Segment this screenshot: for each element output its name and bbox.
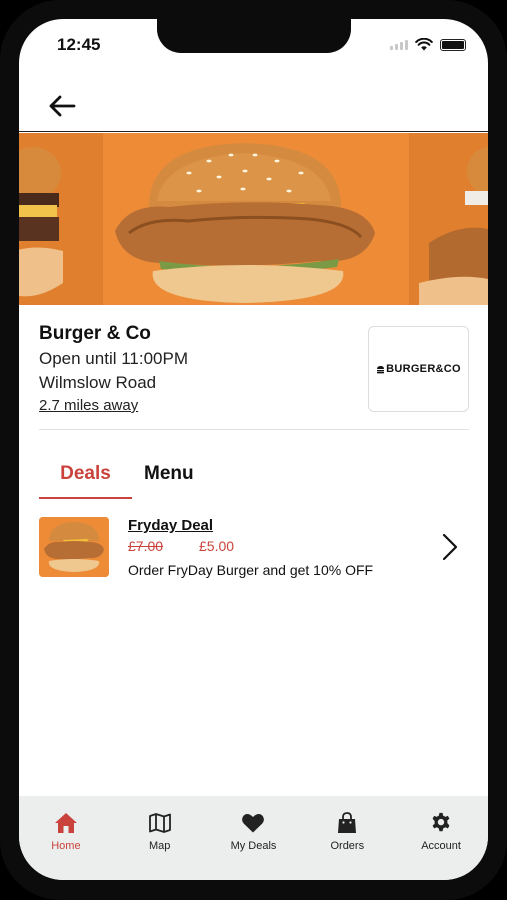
cellular-signal-icon <box>390 39 408 50</box>
gear-icon <box>432 812 450 832</box>
restaurant-address: Wilmslow Road <box>39 373 157 392</box>
tab-bar-label: My Deals <box>230 840 277 852</box>
deal-title: Fryday Deal <box>128 517 214 534</box>
deal-new-price: £5.00 <box>199 538 235 554</box>
chevron-right-icon <box>442 533 458 561</box>
content-tabs: Deals Menu <box>39 463 194 499</box>
burger-photo <box>19 133 488 305</box>
deal-old-price: £7.00 <box>128 538 164 554</box>
app-screen: 12:45 Burger & Co Open until 11:00PM Wil… <box>19 19 488 880</box>
nav-header <box>19 79 488 132</box>
status-time: 12:45 <box>57 35 101 54</box>
tab-bar-label: Orders <box>330 840 365 852</box>
restaurant-name: Burger & Co <box>39 323 151 344</box>
tab-bar-my-deals[interactable]: My Deals <box>207 796 301 880</box>
restaurant-hero-image <box>19 133 488 305</box>
deal-list-item[interactable]: Fryday Deal £7.00 £5.00 Order FryDay Bur… <box>39 517 469 579</box>
map-icon <box>148 813 171 833</box>
status-icons <box>390 38 466 51</box>
heart-icon <box>242 814 265 833</box>
burger-logo-icon <box>377 365 385 373</box>
battery-icon <box>440 38 466 51</box>
device-notch <box>157 19 351 53</box>
opening-hours: Open until 11:00PM <box>39 349 188 368</box>
phone-frame: 12:45 Burger & Co Open until 11:00PM Wil… <box>0 0 507 900</box>
deal-thumbnail <box>39 517 109 577</box>
restaurant-info: Burger & Co Open until 11:00PM Wilmslow … <box>39 322 339 415</box>
info-divider <box>39 429 469 430</box>
logo-text: BURGER&CO <box>386 363 461 375</box>
tab-bar-label: Home <box>51 840 81 852</box>
deal-description: Order FryDay Burger and get 10% OFF <box>128 562 374 578</box>
tab-bar-map[interactable]: Map <box>113 796 207 880</box>
tab-bar-label: Map <box>148 840 171 852</box>
wifi-icon <box>415 38 433 51</box>
back-button[interactable] <box>45 89 79 123</box>
tab-menu[interactable]: Menu <box>144 463 194 499</box>
restaurant-logo: BURGER&CO <box>368 326 469 412</box>
tab-bar-orders[interactable]: Orders <box>300 796 394 880</box>
tab-deals[interactable]: Deals <box>39 463 132 499</box>
home-icon <box>54 813 77 833</box>
distance-link[interactable]: 2.7 miles away <box>39 397 138 414</box>
shopping-bag-icon <box>338 812 357 833</box>
bottom-tab-bar: Home Map My Deals Orders Account <box>19 796 488 880</box>
tab-bar-account[interactable]: Account <box>394 796 488 880</box>
tab-bar-label: Account <box>421 840 461 852</box>
back-arrow-icon <box>49 95 76 117</box>
tab-bar-home[interactable]: Home <box>19 796 113 880</box>
